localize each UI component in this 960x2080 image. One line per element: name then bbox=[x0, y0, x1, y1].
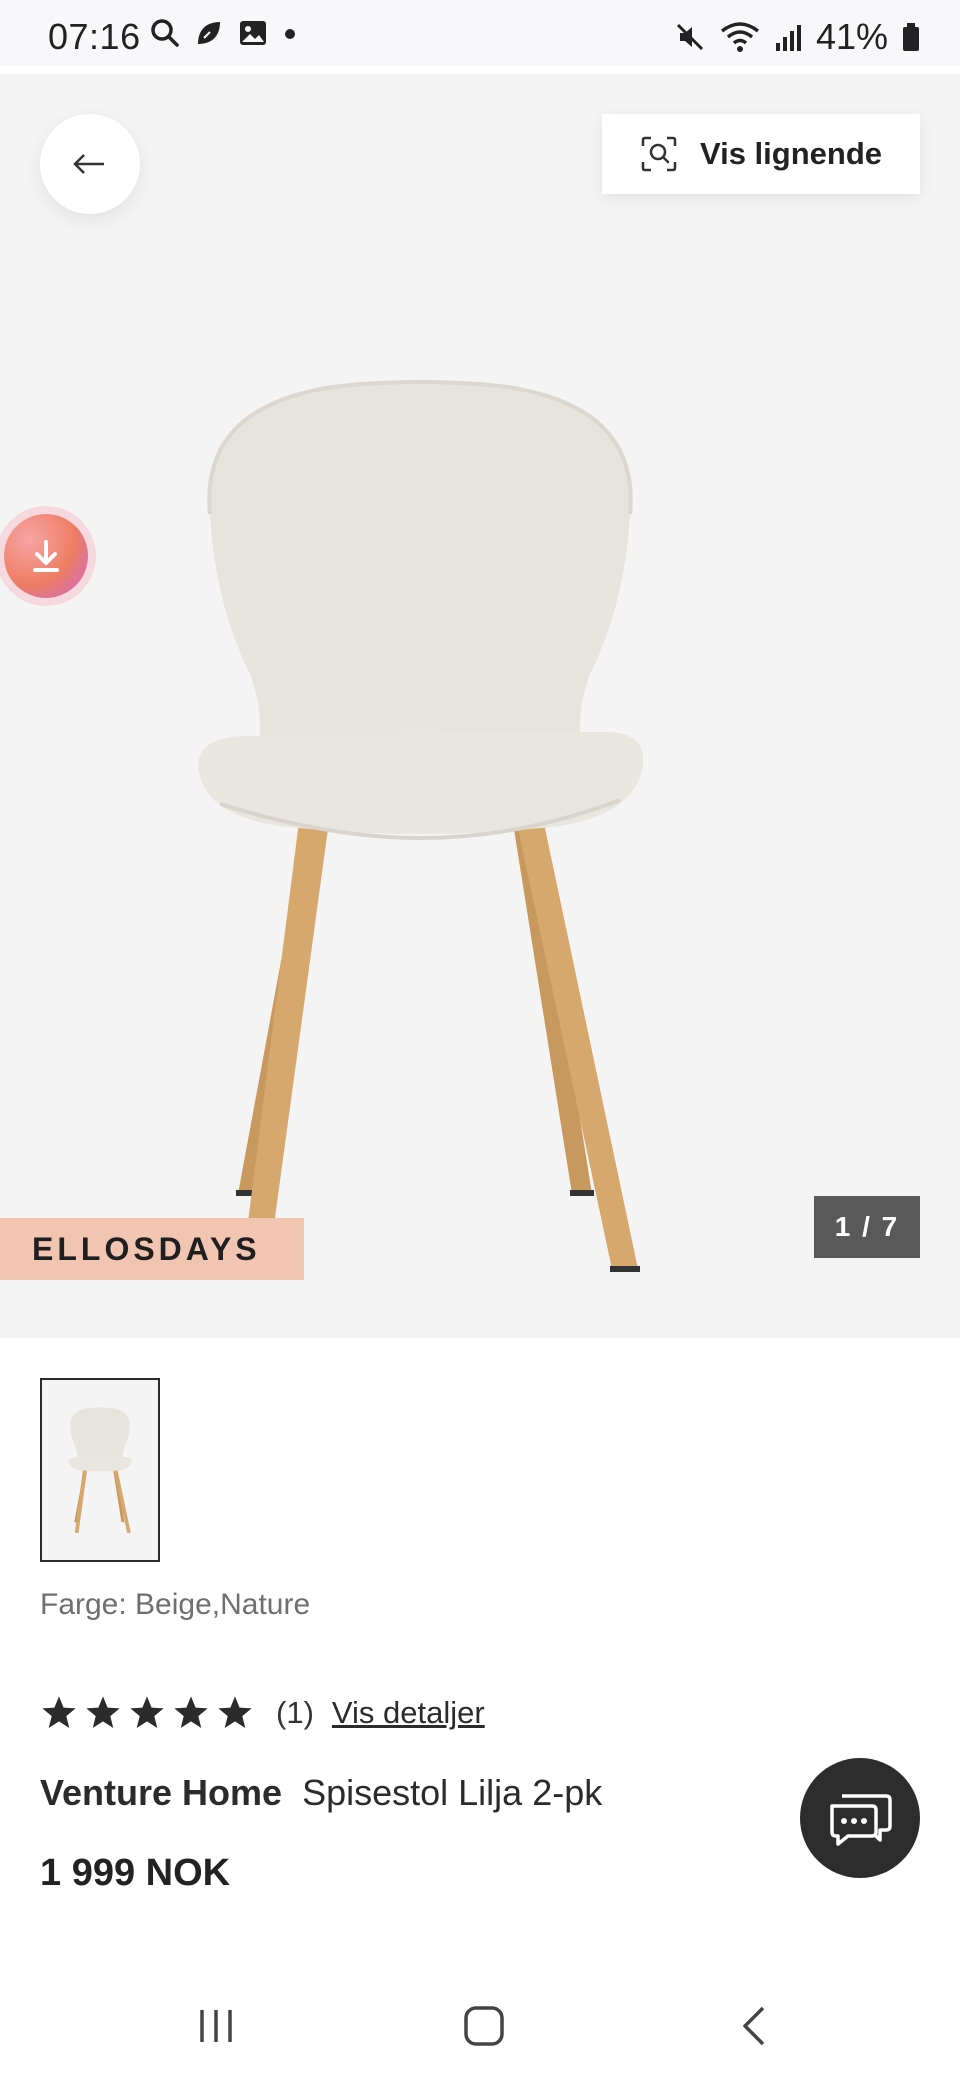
chat-button[interactable] bbox=[800, 1758, 920, 1878]
back-nav-button[interactable] bbox=[724, 1996, 784, 2056]
visual-search-icon bbox=[641, 136, 677, 172]
home-icon bbox=[464, 2006, 504, 2046]
product-price: 1 999 NOK bbox=[40, 1852, 231, 1894]
wifi-icon bbox=[720, 22, 760, 52]
product-image-chair bbox=[198, 380, 644, 1272]
leaf-icon bbox=[198, 22, 220, 44]
product-image-gallery[interactable]: Vis lignende ELLOSDAYS 1 / 7 bbox=[0, 74, 960, 1338]
download-icon bbox=[33, 540, 59, 572]
system-nav-bar bbox=[0, 1960, 960, 2080]
signal-icon bbox=[775, 25, 801, 51]
battery-icon bbox=[903, 23, 919, 51]
status-time: 07:16 bbox=[48, 16, 141, 57]
show-similar-label: Vis lignende bbox=[699, 136, 883, 171]
search-icon bbox=[151, 19, 179, 47]
show-similar-button[interactable]: Vis lignende bbox=[602, 114, 920, 194]
rating-count: (1) bbox=[276, 1695, 314, 1730]
thumbnail-chair-image bbox=[68, 1407, 132, 1533]
home-button[interactable] bbox=[454, 1996, 514, 2056]
arrow-left-icon bbox=[73, 154, 104, 174]
recents-icon bbox=[200, 2010, 232, 2042]
status-bar: 07:16 41% bbox=[0, 0, 960, 66]
battery-percent: 41% bbox=[815, 16, 888, 57]
status-right: 41% bbox=[674, 16, 920, 58]
download-button[interactable] bbox=[4, 514, 88, 598]
gallery-icon bbox=[240, 21, 266, 45]
star-icon bbox=[174, 1696, 208, 1729]
back-icon bbox=[743, 2006, 765, 2046]
star-icon bbox=[130, 1696, 164, 1729]
star-icon bbox=[42, 1696, 76, 1729]
rating-stars bbox=[40, 1694, 254, 1732]
product-brand: Venture Home bbox=[40, 1772, 283, 1813]
campaign-badge: ELLOSDAYS bbox=[0, 1218, 304, 1280]
status-left-icons bbox=[150, 18, 298, 48]
recents-button[interactable] bbox=[186, 1996, 246, 2056]
dot-icon bbox=[285, 29, 295, 39]
chat-bubbles-icon bbox=[830, 1794, 892, 1846]
image-thumbnail[interactable] bbox=[40, 1378, 160, 1562]
product-title: Venture Home Spisestol Lilja 2-pk bbox=[40, 1772, 602, 1814]
view-details-link[interactable]: Vis detaljer bbox=[332, 1695, 485, 1731]
star-icon bbox=[218, 1696, 252, 1729]
color-label: Farge: Beige,Nature bbox=[40, 1588, 311, 1621]
mute-icon bbox=[676, 23, 703, 51]
back-button[interactable] bbox=[40, 114, 140, 214]
image-counter: 1 / 7 bbox=[814, 1196, 920, 1258]
star-icon bbox=[86, 1696, 120, 1729]
product-name: Spisestol Lilja 2-pk bbox=[302, 1772, 603, 1813]
rating-row: (1) Vis detaljer bbox=[40, 1694, 485, 1732]
